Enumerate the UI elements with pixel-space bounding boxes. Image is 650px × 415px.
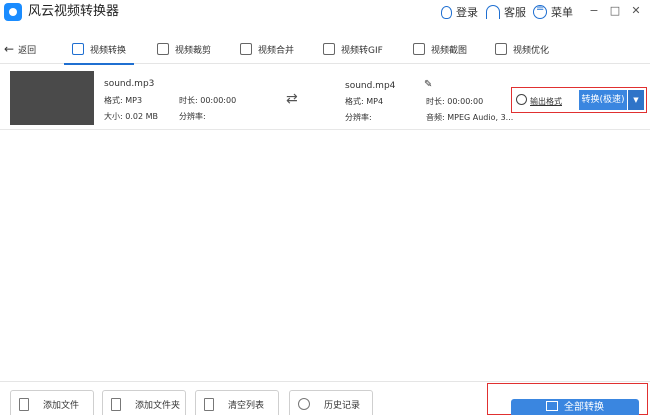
- tab-label: 视频裁剪: [175, 45, 212, 56]
- tab-video-optimize[interactable]: 视频优化: [495, 38, 549, 60]
- add-folder-label: 添加文件夹: [135, 400, 181, 411]
- menu-icon: [533, 3, 547, 19]
- app-logo-icon: [4, 3, 22, 21]
- title-bar: 风云视频转换器 登录 客服 菜单 − □ ✕: [0, 0, 650, 24]
- target-audio: 音频: MPEG Audio, 3...: [426, 113, 514, 122]
- add-file-label: 添加文件: [43, 400, 80, 411]
- tab-label: 视频优化: [513, 45, 550, 56]
- service-label: 客服: [504, 6, 526, 19]
- back-button[interactable]: ← 返回: [4, 39, 36, 59]
- source-file-name: sound.mp3: [104, 79, 155, 89]
- user-icon: [441, 5, 452, 19]
- edit-name-icon[interactable]: ✎: [424, 79, 432, 90]
- function-toolbar: ← 返回 视频转换 视频裁剪 视频合并 视频转GIF 视频截图 视频优化: [0, 34, 650, 65]
- file-thumbnail: [10, 71, 94, 125]
- minimize-button[interactable]: −: [587, 3, 601, 19]
- convert-dropdown-button[interactable]: ▼: [628, 90, 644, 110]
- history-button[interactable]: 历史记录: [289, 390, 373, 415]
- clear-list-button[interactable]: 清空列表: [195, 390, 279, 415]
- tab-label: 视频合并: [258, 45, 295, 56]
- target-duration: 时长: 00:00:00: [426, 97, 484, 106]
- tab-label: 视频截图: [431, 45, 468, 56]
- app-window: 风云视频转换器 登录 客服 菜单 − □ ✕ ← 返回 视频转换 视频裁剪: [0, 0, 650, 415]
- target-format: 格式: MP4: [345, 97, 384, 106]
- video-convert-icon: [72, 43, 84, 55]
- menu-label: 菜单: [551, 6, 573, 19]
- tab-label: 视频转换: [90, 45, 127, 56]
- screenshot-icon: [413, 43, 425, 55]
- add-file-icon: [19, 397, 29, 411]
- file-list-row[interactable]: sound.mp3 格式: MP3 时长: 00:00:00 大小: 0.02 …: [0, 68, 650, 130]
- add-file-button[interactable]: 添加文件: [10, 390, 94, 415]
- convert-all-icon: [546, 401, 558, 411]
- output-format-link[interactable]: 输出格式: [530, 96, 562, 107]
- menu-button[interactable]: 菜单: [533, 3, 573, 21]
- convert-arrow-icon: ⇄: [286, 91, 298, 107]
- tab-video-screenshot[interactable]: 视频截图: [413, 38, 467, 60]
- service-button[interactable]: 客服: [486, 3, 526, 21]
- login-button[interactable]: 登录: [441, 3, 478, 21]
- headset-icon: [486, 5, 500, 19]
- clear-list-label: 清空列表: [228, 400, 265, 411]
- source-resolution: 分辨率:: [179, 112, 206, 121]
- target-resolution: 分辨率:: [345, 113, 372, 122]
- back-label: 返回: [18, 45, 37, 56]
- tab-video-crop[interactable]: 视频裁剪: [157, 38, 211, 60]
- login-label: 登录: [456, 6, 478, 19]
- add-folder-icon: [111, 397, 121, 411]
- tab-video-gif[interactable]: 视频转GIF: [323, 38, 383, 60]
- convert-all-label: 全部转换: [564, 402, 604, 413]
- arrow-left-icon: ←: [4, 42, 15, 56]
- close-button[interactable]: ✕: [629, 3, 643, 19]
- gif-icon: [323, 43, 335, 55]
- source-format: 格式: MP3: [104, 96, 143, 105]
- video-merge-icon: [240, 43, 252, 55]
- output-controls-highlight: 输出格式 转换(极速) ▼: [511, 87, 647, 113]
- tab-video-merge[interactable]: 视频合并: [240, 38, 294, 60]
- maximize-button[interactable]: □: [608, 3, 622, 19]
- optimize-icon: [495, 43, 507, 55]
- source-duration: 时长: 00:00:00: [179, 96, 237, 105]
- tab-label: 视频转GIF: [341, 45, 383, 56]
- clock-icon: [298, 398, 310, 410]
- video-crop-icon: [157, 43, 169, 55]
- app-title: 风云视频转换器: [28, 4, 120, 19]
- trash-icon: [204, 397, 214, 411]
- source-size: 大小: 0.02 MB: [104, 112, 158, 121]
- history-label: 历史记录: [324, 400, 361, 411]
- convert-all-button[interactable]: 全部转换: [511, 399, 639, 415]
- tab-video-convert[interactable]: 视频转换: [63, 38, 135, 65]
- format-settings-icon: [516, 94, 527, 105]
- target-file-name: sound.mp4: [345, 81, 396, 91]
- add-folder-button[interactable]: 添加文件夹: [102, 390, 186, 415]
- convert-button[interactable]: 转换(极速): [579, 90, 627, 110]
